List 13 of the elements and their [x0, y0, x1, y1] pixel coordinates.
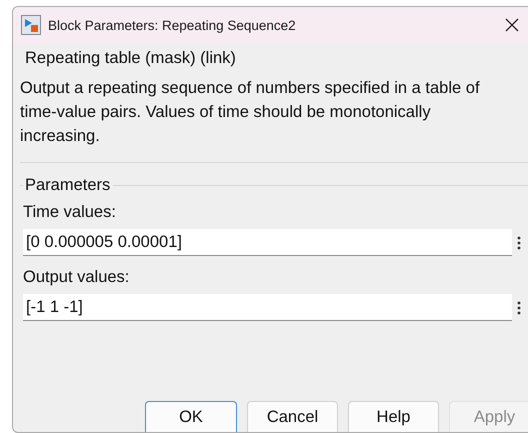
field-label: Time values: [23, 203, 117, 222]
dialog-button[interactable]: Help [348, 401, 439, 432]
dialog-button[interactable]: Cancel [247, 401, 338, 432]
more-options-icon[interactable] [516, 236, 522, 250]
field-label: Output values: [23, 268, 130, 287]
close-icon[interactable] [505, 18, 519, 32]
block-icon [21, 15, 41, 35]
more-options-icon[interactable] [516, 300, 522, 314]
dialog-button[interactable]: OK [145, 401, 237, 432]
window-title: Block Parameters: Repeating Sequence2 [48, 18, 297, 32]
block-description: Output a repeating sequence of numbers specified in a table of time-value pairs. Values of time should be monotonically increasing. [20, 78, 481, 147]
input-field[interactable]: [-1 1 -1] [23, 294, 512, 321]
input-field[interactable]: [0 0.000005 0.00001] [23, 229, 512, 256]
